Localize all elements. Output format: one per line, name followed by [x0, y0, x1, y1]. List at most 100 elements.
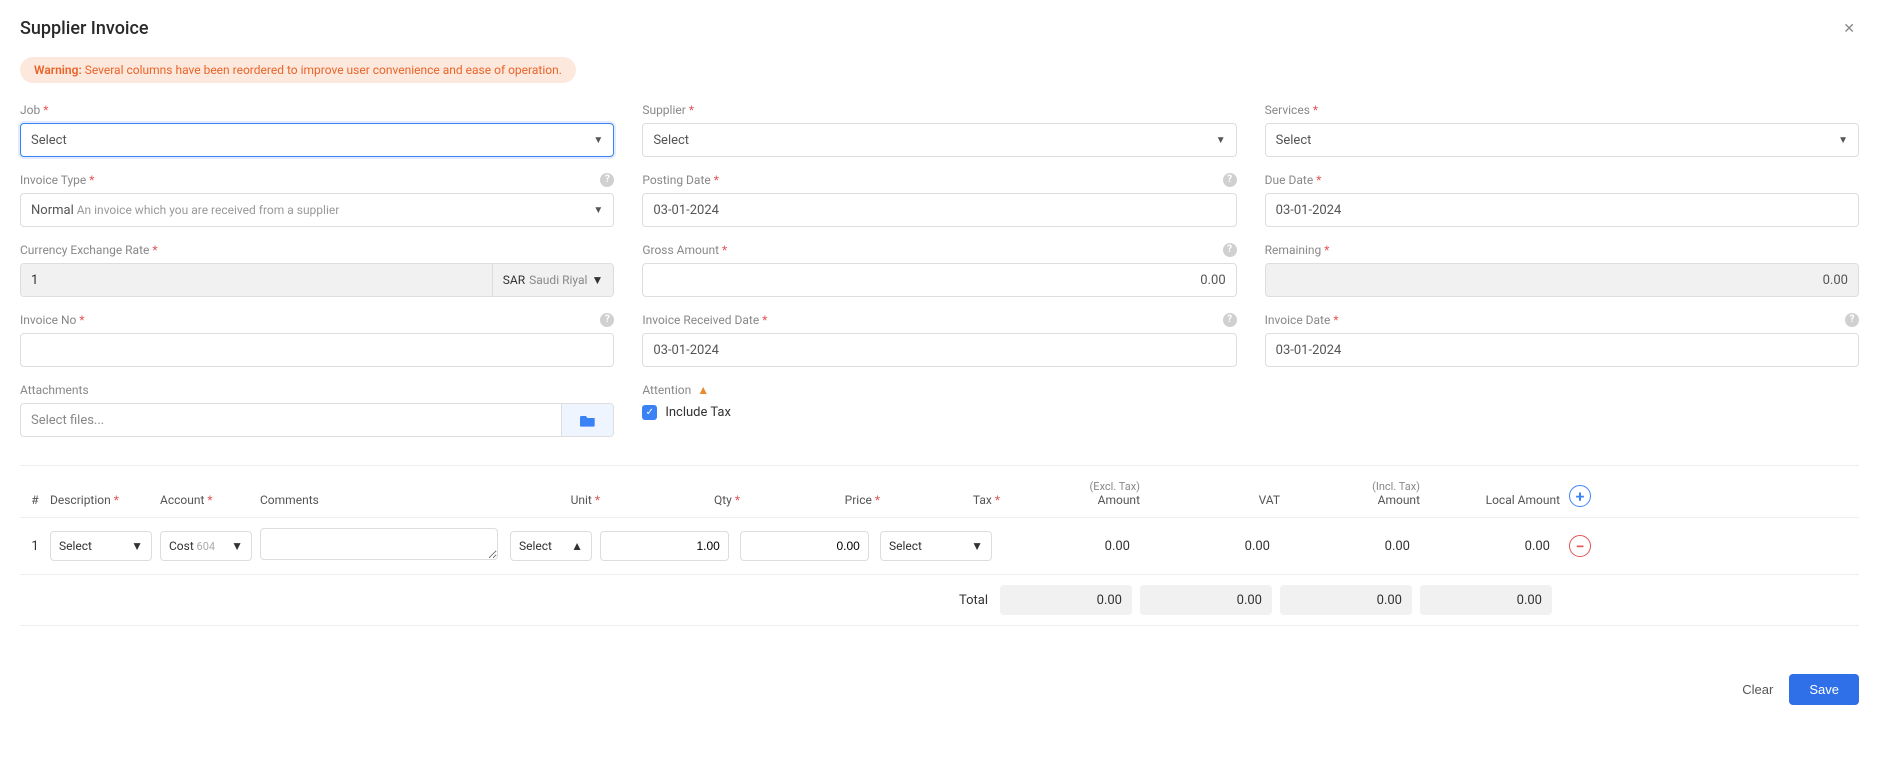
- invoice-type-label: Invoice Type: [20, 173, 86, 187]
- help-icon[interactable]: ?: [1223, 243, 1237, 257]
- help-icon[interactable]: ?: [1223, 313, 1237, 327]
- col-tax: Tax *: [880, 493, 1000, 507]
- invoice-no-field: Invoice No* ?: [20, 313, 614, 367]
- footer-actions: Clear Save: [20, 674, 1859, 705]
- delete-row-button[interactable]: −: [1569, 535, 1591, 557]
- remaining-label: Remaining: [1265, 243, 1322, 257]
- row-tax-select[interactable]: Select▼: [880, 531, 992, 561]
- include-tax-label: Include Tax: [665, 405, 731, 420]
- row-price-input[interactable]: [740, 531, 869, 561]
- row-account-select[interactable]: Cost 604▼: [160, 531, 252, 561]
- supplier-select[interactable]: Select ▼: [642, 123, 1236, 157]
- col-incl-amount: (Incl. Tax)Amount: [1280, 480, 1420, 507]
- remaining-input: 0.00: [1265, 263, 1859, 297]
- warning-icon: ▲: [697, 383, 709, 397]
- warning-prefix: Warning:: [34, 63, 82, 77]
- add-row-button[interactable]: +: [1569, 485, 1591, 507]
- page-title: Supplier Invoice: [20, 18, 149, 39]
- col-account: Account *: [160, 493, 260, 507]
- job-select[interactable]: Select ▼: [20, 123, 614, 157]
- total-vat: 0.00: [1140, 585, 1272, 615]
- due-date-label: Due Date: [1265, 173, 1314, 187]
- table-row: 1 Select▼ Cost 604▼ Select▲ Select▼ 0.00…: [20, 518, 1859, 575]
- row-description-select[interactable]: Select▼: [50, 531, 152, 561]
- col-vat: VAT: [1140, 493, 1280, 507]
- remaining-field: Remaining* 0.00: [1265, 243, 1859, 297]
- caret-down-icon: ▼: [593, 205, 603, 216]
- clear-button[interactable]: Clear: [1742, 682, 1773, 697]
- job-label: Job: [20, 103, 40, 117]
- col-local-amount: Local Amount: [1420, 493, 1560, 507]
- caret-up-icon: ▲: [571, 539, 583, 553]
- row-unit-select[interactable]: Select▲: [510, 531, 592, 561]
- attachments-control[interactable]: Select files...: [20, 403, 614, 437]
- invoice-no-input[interactable]: [20, 333, 614, 367]
- services-select[interactable]: Select ▼: [1265, 123, 1859, 157]
- caret-down-icon: ▼: [1216, 135, 1226, 146]
- caret-down-icon: ▼: [231, 539, 243, 553]
- warning-banner: Warning: Several columns have been reord…: [20, 57, 576, 83]
- services-label: Services: [1265, 103, 1310, 117]
- totals-row: Total 0.00 0.00 0.00 0.00: [20, 575, 1859, 626]
- row-comments-input[interactable]: [260, 528, 498, 560]
- gross-amount-field: Gross Amount* ? 0.00: [642, 243, 1236, 297]
- caret-down-icon: ▼: [591, 273, 603, 287]
- col-unit: Unit *: [510, 493, 600, 507]
- row-amount: 0.00: [1000, 539, 1140, 554]
- caret-down-icon: ▼: [1838, 135, 1848, 146]
- line-items-table: # Description * Account * Comments Unit …: [20, 465, 1859, 626]
- total-incl-amount: 0.00: [1280, 585, 1412, 615]
- col-amount: (Excl. Tax)Amount: [1000, 480, 1140, 507]
- invoice-type-select[interactable]: Normal An invoice which you are received…: [20, 193, 614, 227]
- currency-rate-label: Currency Exchange Rate: [20, 243, 149, 257]
- currency-select[interactable]: SAR Saudi Riyal ▼: [492, 264, 614, 296]
- attachments-field: Attachments Select files...: [20, 383, 614, 437]
- col-price: Price *: [740, 493, 880, 507]
- attention-label: Attention: [642, 383, 691, 397]
- invoice-type-field: Invoice Type* ? Normal An invoice which …: [20, 173, 614, 227]
- row-vat: 0.00: [1140, 539, 1280, 554]
- currency-rate-control: 1 SAR Saudi Riyal ▼: [20, 263, 614, 297]
- total-local-amount: 0.00: [1420, 585, 1552, 615]
- gross-amount-input[interactable]: 0.00: [642, 263, 1236, 297]
- close-icon[interactable]: ✕: [1839, 21, 1859, 37]
- supplier-label: Supplier: [642, 103, 685, 117]
- invoice-date-field: Invoice Date* ? 03-01-2024: [1265, 313, 1859, 367]
- row-local-amount: 0.00: [1420, 539, 1560, 554]
- invoice-received-date-input[interactable]: 03-01-2024: [642, 333, 1236, 367]
- currency-rate-field: Currency Exchange Rate* 1 SAR Saudi Riya…: [20, 243, 614, 297]
- invoice-no-label: Invoice No: [20, 313, 76, 327]
- due-date-input[interactable]: 03-01-2024: [1265, 193, 1859, 227]
- invoice-received-date-field: Invoice Received Date* ? 03-01-2024: [642, 313, 1236, 367]
- attachments-label: Attachments: [20, 383, 89, 397]
- help-icon[interactable]: ?: [1845, 313, 1859, 327]
- caret-down-icon: ▼: [971, 539, 983, 553]
- attention-block: Attention ▲ ✓ Include Tax: [642, 383, 1236, 437]
- include-tax-checkbox[interactable]: ✓: [642, 405, 657, 420]
- warning-text: Several columns have been reordered to i…: [82, 63, 562, 77]
- currency-rate-input[interactable]: 1: [21, 264, 492, 296]
- services-field: Services* Select ▼: [1265, 103, 1859, 157]
- col-qty: Qty *: [600, 493, 740, 507]
- col-comments: Comments: [260, 493, 510, 507]
- row-number: 1: [20, 539, 50, 554]
- save-button[interactable]: Save: [1789, 674, 1859, 705]
- posting-date-label: Posting Date: [642, 173, 710, 187]
- job-field: Job* Select ▼: [20, 103, 614, 157]
- caret-down-icon: ▼: [131, 539, 143, 553]
- table-header: # Description * Account * Comments Unit …: [20, 466, 1859, 518]
- attachments-placeholder: Select files...: [21, 404, 561, 436]
- row-qty-input[interactable]: [600, 531, 729, 561]
- help-icon[interactable]: ?: [1223, 173, 1237, 187]
- include-tax-row[interactable]: ✓ Include Tax: [642, 405, 1236, 420]
- folder-open-icon[interactable]: [561, 404, 613, 436]
- col-num: #: [20, 493, 50, 507]
- row-incl-amount: 0.00: [1280, 539, 1420, 554]
- posting-date-input[interactable]: 03-01-2024: [642, 193, 1236, 227]
- col-description: Description *: [50, 493, 160, 507]
- due-date-field: Due Date* 03-01-2024: [1265, 173, 1859, 227]
- invoice-date-input[interactable]: 03-01-2024: [1265, 333, 1859, 367]
- gross-amount-label: Gross Amount: [642, 243, 719, 257]
- total-amount: 0.00: [1000, 585, 1132, 615]
- total-label: Total: [880, 593, 1000, 608]
